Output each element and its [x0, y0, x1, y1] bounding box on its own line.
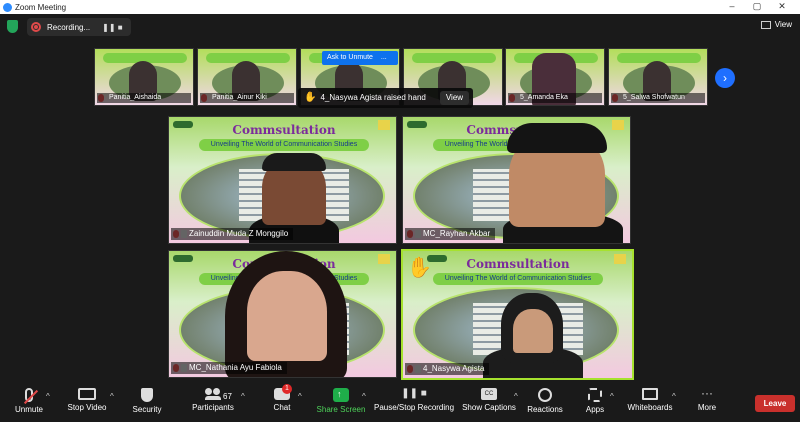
pause-recording-label: Pause/Stop Recording [374, 403, 455, 412]
pause-recording-icon: ❚❚ ■ [401, 388, 427, 399]
close-icon[interactable]: ✕ [772, 1, 792, 12]
maximize-icon[interactable]: ▢ [747, 1, 767, 12]
security-button[interactable]: Security [130, 388, 164, 414]
chat-bubble-icon: 1 [274, 384, 292, 400]
video-tile[interactable]: Commsultation Unveiling The World of Com… [168, 116, 397, 244]
show-captions-button[interactable]: CC Show Captions [462, 388, 516, 412]
video-tile[interactable]: Commsultation Unveiling The World of Com… [168, 250, 397, 378]
apps-options-caret-icon[interactable]: ^ [610, 392, 614, 401]
show-captions-label: Show Captions [462, 403, 516, 412]
stop-video-label: Stop Video [67, 403, 107, 412]
raised-hand-icon: ✋ [407, 257, 432, 279]
more-dots-icon: ··· [701, 386, 713, 400]
window-titlebar: Zoom Meeting – ▢ ✕ [0, 0, 800, 14]
background-subtitle: Unveiling The World of Communication Stu… [433, 273, 603, 285]
apps-button[interactable]: Apps [583, 388, 607, 414]
background-title: Commsultation [466, 257, 570, 271]
apps-icon [588, 388, 602, 402]
view-label: View [774, 20, 792, 29]
share-options-caret-icon[interactable]: ^ [362, 392, 366, 401]
next-page-arrow-icon[interactable]: › [715, 68, 735, 88]
participants-label: Participants [192, 403, 234, 412]
whiteboards-button[interactable]: Whiteboards [626, 388, 674, 412]
participants-count: 67 [223, 392, 232, 401]
participant-name: Panitia_Aishaida [97, 93, 191, 103]
participant-name: Zainuddin Muda Z Monggilo [171, 228, 294, 240]
participant-name: MC_Rayhan Akbar [405, 228, 496, 240]
participant-thumbnail[interactable]: Panitia_Aishaida [94, 48, 194, 106]
captions-icon: CC [481, 388, 497, 400]
captions-options-caret-icon[interactable]: ^ [514, 392, 518, 401]
video-tile[interactable]: Commsultation Unveiling The World of Com… [402, 116, 631, 244]
security-shield-icon [141, 388, 153, 402]
participant-thumbnail[interactable]: 5_Salwa Shofwatun [608, 48, 708, 106]
raised-hand-text: 4_Nasywa Agista raised hand [320, 93, 426, 102]
stop-recording-icon[interactable]: ■ [114, 23, 126, 32]
encryption-shield-icon[interactable] [7, 20, 18, 33]
minimize-icon[interactable]: – [722, 1, 742, 11]
more-label: More [697, 403, 717, 412]
share-screen-icon: ↑ [333, 388, 349, 402]
meeting-topbar: Recording... ❚❚ ■ View [0, 14, 800, 40]
participant-name: 4_Nasywa Agista [405, 363, 490, 375]
participant-thumbnail[interactable]: 5_Amanda Eka [505, 48, 605, 106]
chat-options-caret-icon[interactable]: ^ [298, 392, 302, 401]
unmute-button[interactable]: Unmute [12, 388, 46, 414]
share-screen-button[interactable]: ↑ Share Screen [316, 388, 366, 414]
video-options-caret-icon[interactable]: ^ [110, 392, 114, 401]
raised-hand-view-button[interactable]: View [439, 91, 470, 105]
participants-icon [205, 388, 221, 400]
pause-recording-icon[interactable]: ❚❚ [102, 23, 115, 32]
video-camera-icon [78, 388, 96, 400]
recording-indicator: Recording... ❚❚ ■ [27, 18, 131, 36]
more-button[interactable]: ··· More [694, 386, 720, 412]
leave-button[interactable]: Leave [755, 395, 795, 412]
recording-label: Recording... [47, 22, 91, 32]
pause-stop-recording-button[interactable]: ❚❚ ■ Pause/Stop Recording [374, 388, 454, 412]
raised-hand-icon: ✋ [304, 92, 317, 103]
background-title: Commsultation [232, 123, 336, 137]
apps-label: Apps [585, 405, 605, 414]
view-button[interactable]: View [760, 20, 792, 29]
participant-name: Panitia_Ainur Kiki [200, 93, 294, 103]
chat-label: Chat [273, 403, 291, 412]
more-options-icon[interactable]: ... [381, 54, 387, 61]
participant-thumbnail[interactable]: Panitia_Ainur Kiki [197, 48, 297, 106]
recording-icon [31, 22, 41, 32]
muted-microphone-icon [23, 388, 39, 405]
chat-unread-badge: 1 [282, 384, 292, 394]
unmute-label: Unmute [14, 405, 43, 414]
reactions-label: Reactions [527, 405, 563, 414]
audio-options-caret-icon[interactable]: ^ [46, 392, 50, 401]
video-tile-active-speaker[interactable]: Commsultation Unveiling The World of Com… [401, 249, 634, 380]
ask-to-unmute-button[interactable]: Ask to Unmute ... [322, 51, 398, 65]
whiteboard-icon [642, 388, 658, 400]
security-label: Security [132, 405, 162, 414]
raised-hand-notification: ✋ 4_Nasywa Agista raised hand View [298, 88, 473, 108]
view-grid-icon [760, 20, 771, 29]
participant-name: 5_Salwa Shofwatun [611, 93, 705, 103]
whiteboards-options-caret-icon[interactable]: ^ [672, 392, 676, 401]
chat-button[interactable]: 1 Chat [270, 384, 294, 412]
whiteboards-label: Whiteboards [627, 403, 673, 412]
ask-to-unmute-label: Ask to Unmute [327, 54, 373, 61]
participant-name: 5_Amanda Eka [508, 93, 602, 103]
meeting-toolbar: Unmute ^ Stop Video ^ Security Participa… [0, 384, 800, 422]
stop-video-button[interactable]: Stop Video [66, 388, 108, 412]
participants-options-caret-icon[interactable]: ^ [241, 392, 245, 401]
reactions-smiley-icon [538, 388, 552, 402]
share-screen-label: Share Screen [316, 405, 366, 414]
participant-name: MC_Nathania Ayu Fabiola [171, 362, 287, 374]
window-title: Zoom Meeting [15, 2, 67, 12]
background-subtitle: Unveiling The World of Communication Stu… [199, 139, 369, 151]
zoom-logo-icon [3, 2, 12, 12]
reactions-button[interactable]: Reactions [526, 388, 564, 414]
